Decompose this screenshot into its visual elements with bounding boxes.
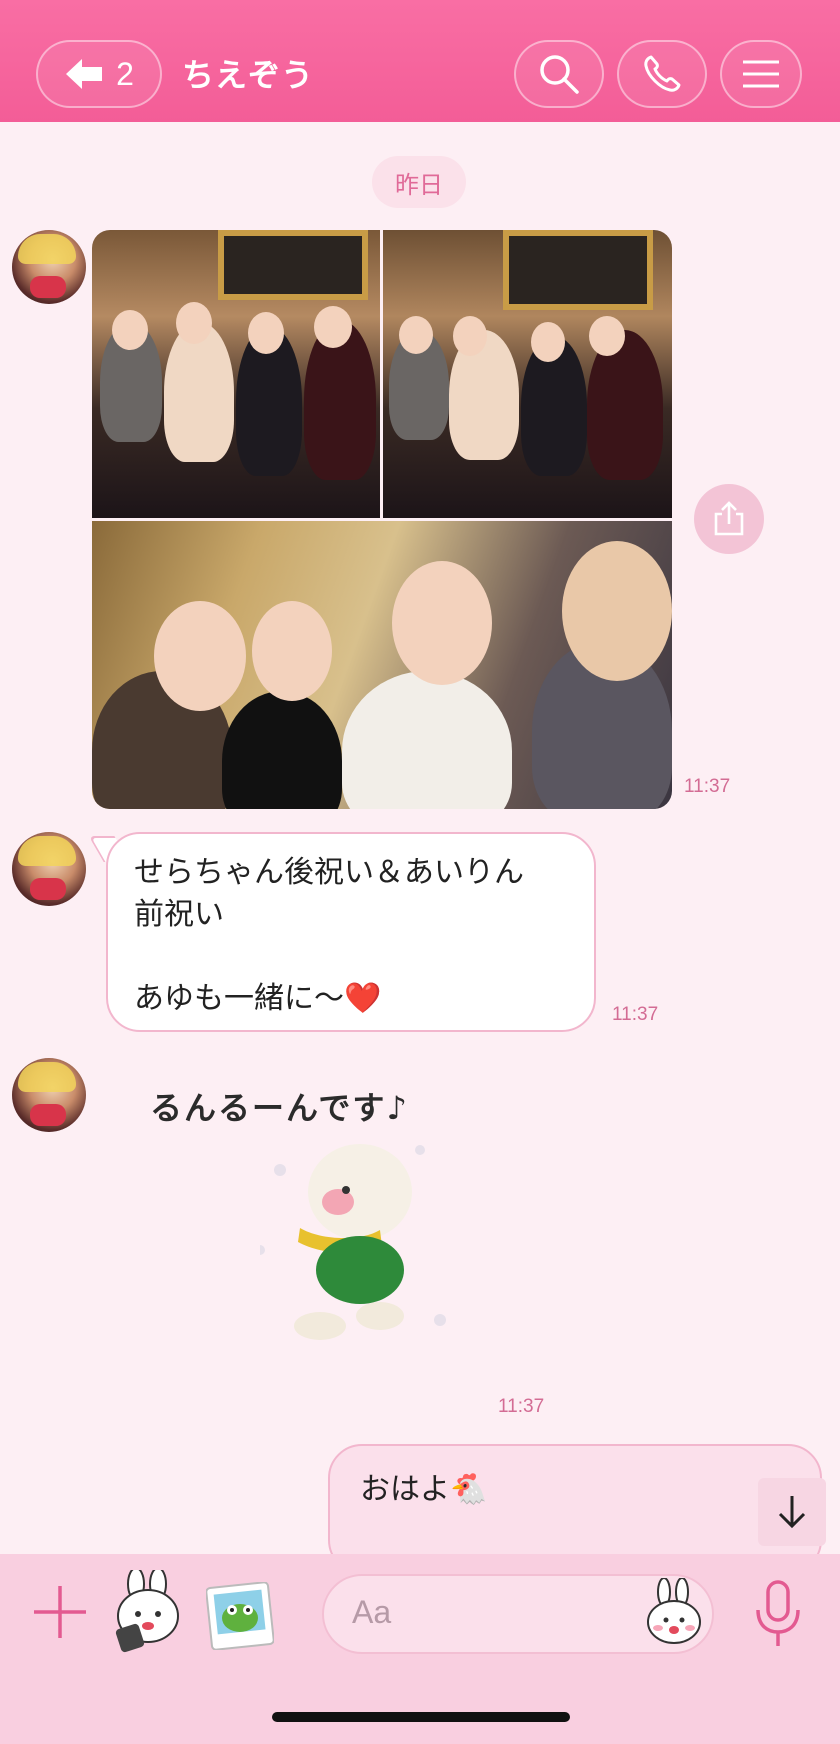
message-line [134, 936, 568, 978]
message-bubble[interactable]: せらちゃん後祝い＆あいりん 前祝い あゆも一緒に〜❤️ [106, 832, 596, 1032]
message-text: おはよ🐔 [360, 1472, 488, 1507]
scroll-to-bottom-button[interactable] [758, 1478, 826, 1546]
unread-count: 2 [116, 55, 134, 92]
arrow-down-icon [778, 1496, 806, 1529]
sticker-image[interactable] [260, 1130, 460, 1360]
message-time: 11:37 [684, 776, 731, 797]
sticker-caption: るんるーんです♪ [150, 1089, 409, 1127]
call-button[interactable] [617, 40, 707, 108]
photo-2[interactable] [383, 230, 672, 518]
home-indicator[interactable] [272, 1712, 570, 1722]
search-icon [540, 55, 579, 94]
phone-icon [644, 55, 681, 92]
photo-icon[interactable] [206, 1582, 274, 1650]
back-arrow-icon [66, 59, 103, 89]
message-line: 前祝い [134, 897, 224, 932]
emoji-icon[interactable] [646, 1578, 702, 1644]
search-button[interactable] [514, 40, 604, 108]
menu-icon [743, 60, 779, 88]
menu-button[interactable] [720, 40, 802, 108]
photo-1[interactable] [92, 230, 380, 518]
avatar[interactable] [12, 1058, 86, 1132]
sticker-icon[interactable] [112, 1570, 188, 1654]
mic-icon[interactable] [752, 1580, 804, 1650]
plus-icon[interactable] [30, 1582, 90, 1642]
message-time: 11:37 [612, 1004, 659, 1025]
photo-3[interactable] [92, 521, 672, 809]
share-button[interactable] [694, 484, 764, 554]
avatar[interactable] [12, 230, 86, 304]
message-line: せらちゃん後祝い＆あいりん [134, 855, 524, 890]
message-time: 11:37 [498, 1396, 545, 1417]
share-icon [714, 501, 744, 536]
avatar[interactable] [12, 832, 86, 906]
back-button[interactable]: 2 [36, 40, 162, 108]
date-separator: 昨日 [372, 156, 466, 208]
chat-title: ちえぞう [182, 56, 315, 94]
message-input-placeholder: Aa [352, 1594, 392, 1630]
message-line: あゆも一緒に〜❤️ [134, 981, 382, 1016]
